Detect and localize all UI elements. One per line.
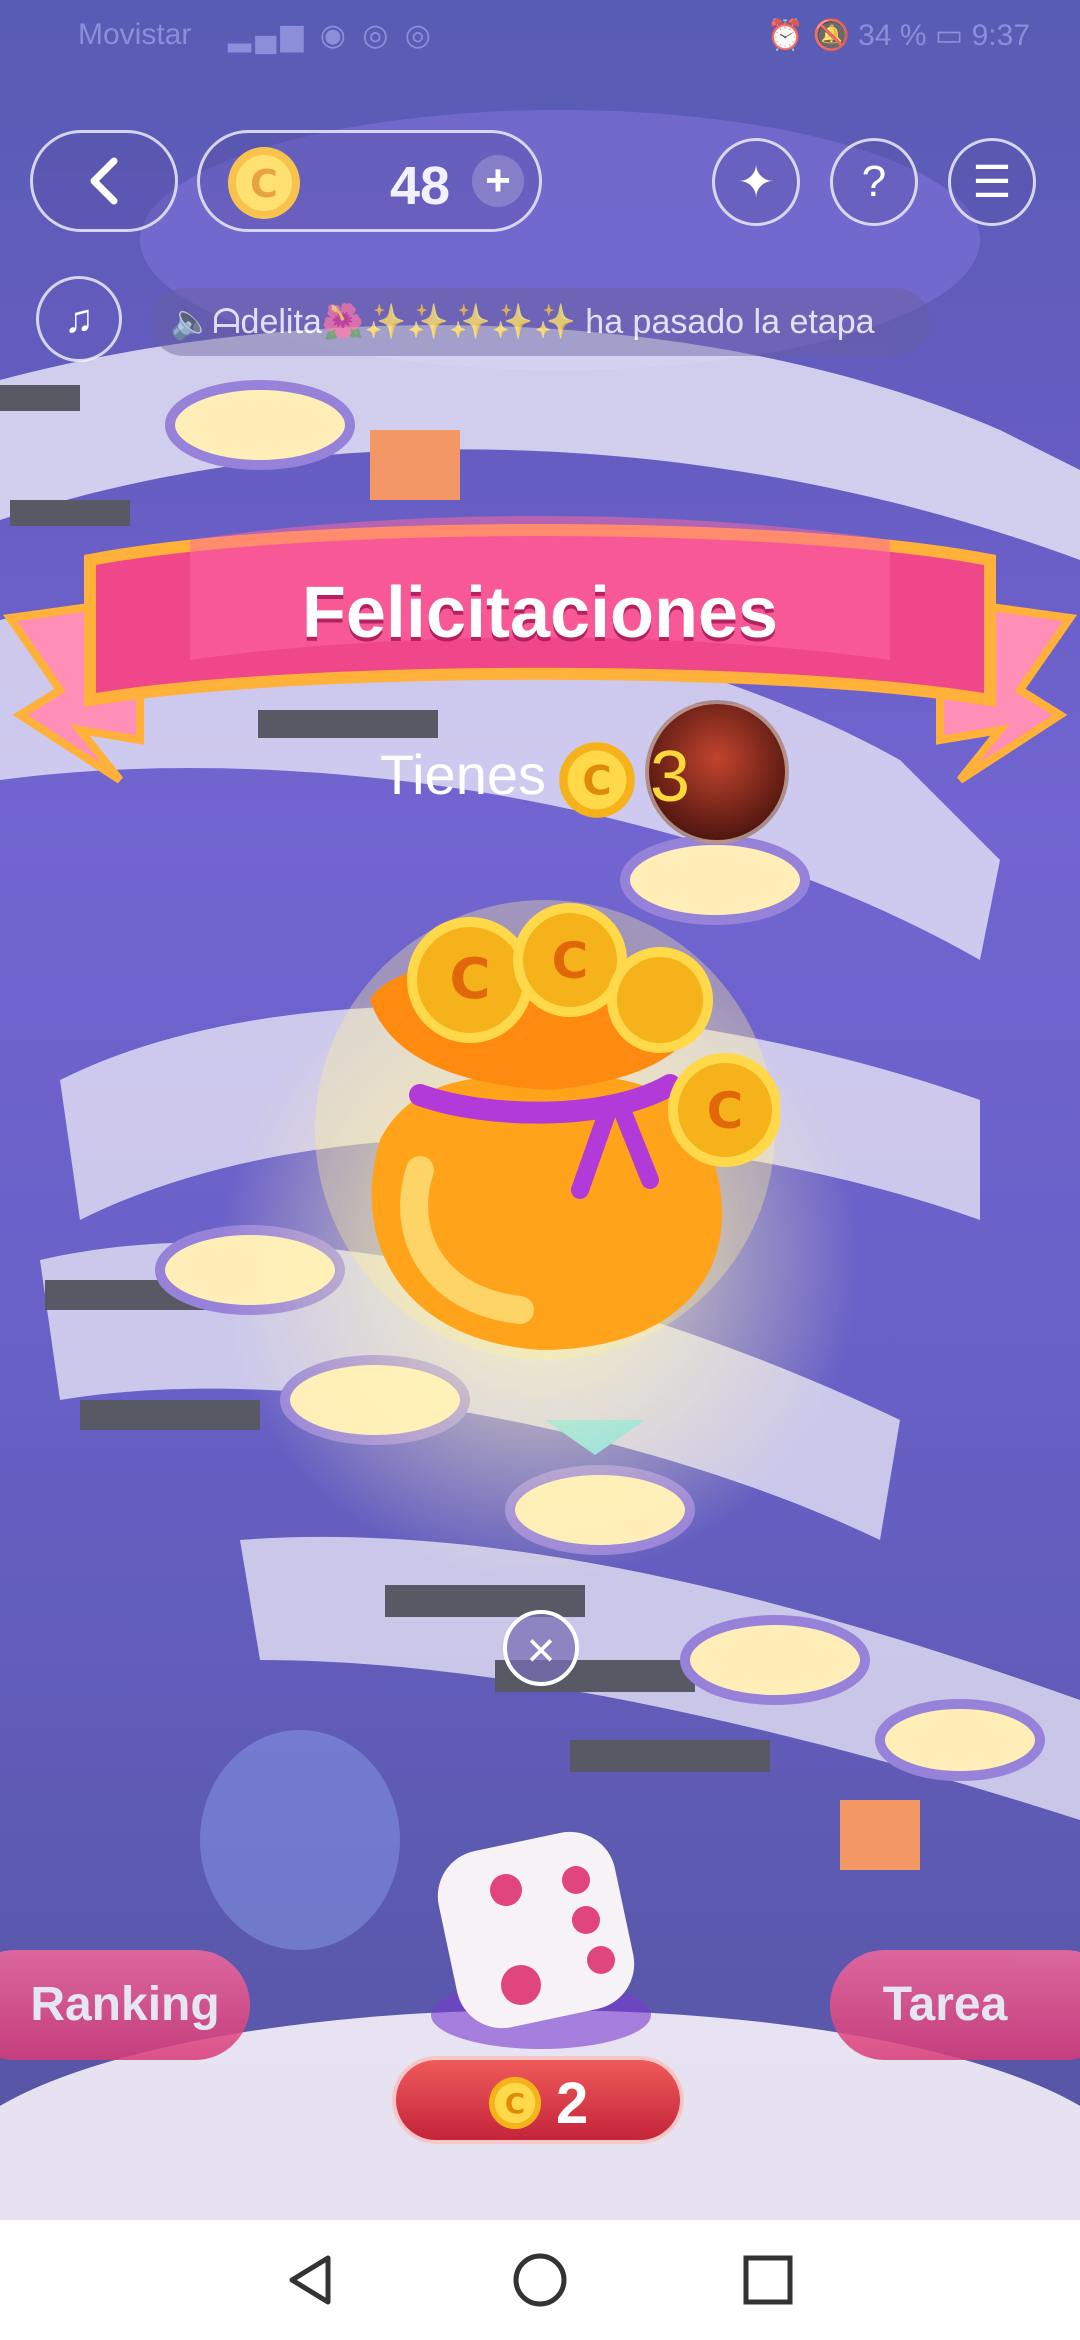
task-button[interactable]: Tarea <box>830 1950 1080 2060</box>
roll-cost: 2 <box>556 2071 589 2136</box>
svg-text:C: C <box>505 2088 525 2120</box>
ranking-button[interactable]: Ranking <box>0 1950 250 2060</box>
svg-text:C: C <box>582 759 611 805</box>
coin-icon: C <box>488 2076 542 2130</box>
game-screen: Movistar ▂▄▆ ◉ ◎ ◎ ⏰ 🔕 34 % ▭ 9:37 C 48 … <box>0 0 1080 2340</box>
you-have-label: Tienes <box>380 743 547 806</box>
close-icon: × <box>526 1622 556 1678</box>
reward-amount: 3 <box>650 737 691 817</box>
svg-text:C: C <box>552 932 589 990</box>
svg-text:C: C <box>449 947 490 1012</box>
roll-dice-button[interactable]: C 2 <box>392 2056 684 2144</box>
coin-icon: C <box>559 742 635 818</box>
system-nav-bar <box>0 2220 1080 2340</box>
dice-icon[interactable] <box>426 1820 656 2050</box>
svg-text:C: C <box>707 1082 744 1140</box>
congrats-title: Felicitaciones <box>301 573 779 653</box>
nav-home-icon[interactable] <box>510 2250 570 2310</box>
coin-bag-icon: C C C <box>315 900 780 1360</box>
nav-recents-icon[interactable] <box>738 2250 798 2310</box>
nav-back-icon[interactable] <box>280 2250 340 2310</box>
close-button[interactable]: × <box>503 1610 579 1686</box>
